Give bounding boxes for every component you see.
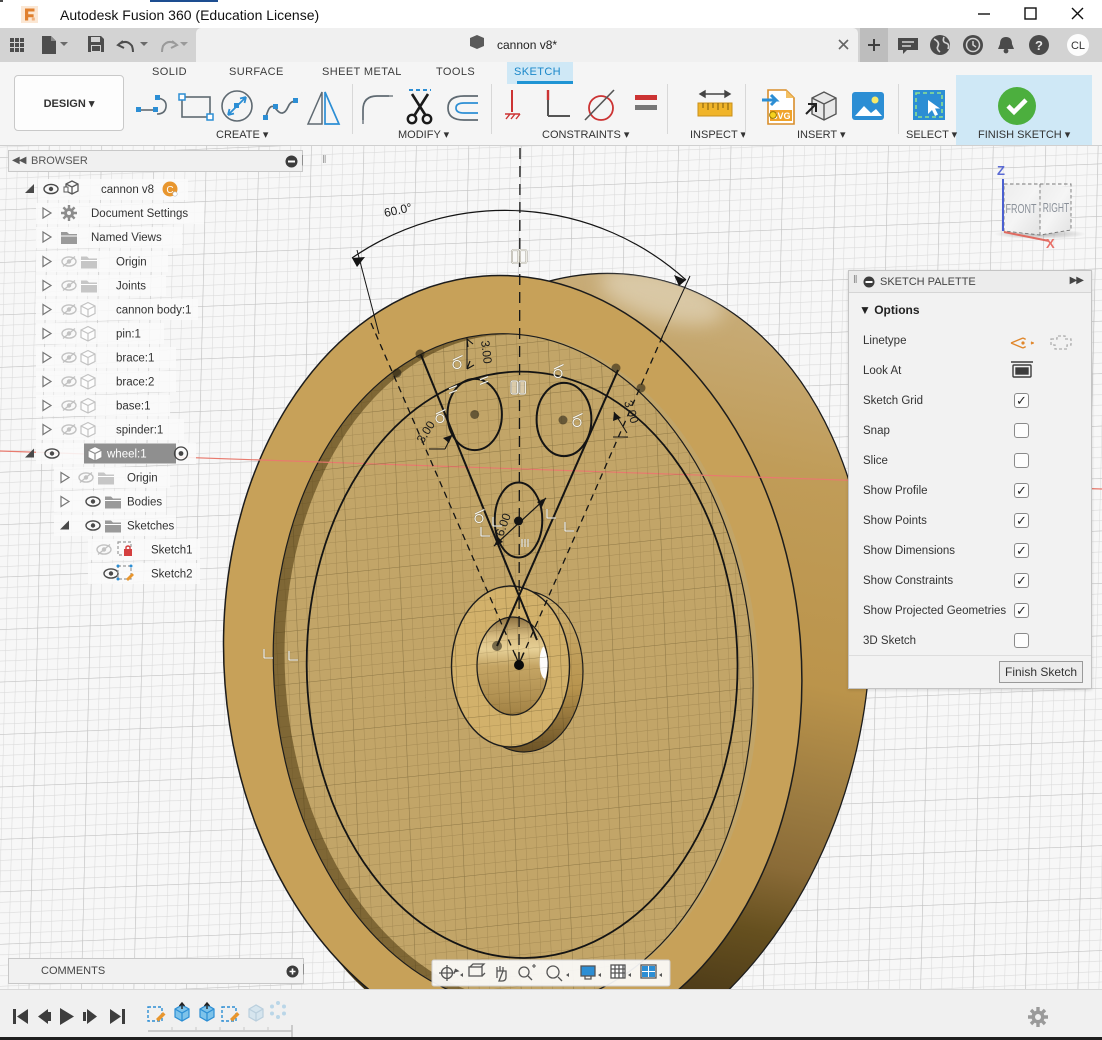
- svg-text:wheel:1: wheel:1: [106, 449, 147, 461]
- svg-text:Sketches: Sketches: [127, 521, 175, 533]
- svg-text:pin:1: pin:1: [116, 329, 141, 341]
- svg-text:base:1: base:1: [116, 401, 151, 413]
- svg-text:brace:2: brace:2: [116, 377, 154, 389]
- svg-text:X: X: [1046, 236, 1055, 251]
- svg-text:cannon body:1: cannon body:1: [116, 305, 191, 317]
- svg-text:cannon v8: cannon v8: [101, 184, 154, 196]
- svg-text:Origin: Origin: [127, 473, 158, 485]
- svg-text:Document Settings: Document Settings: [91, 208, 188, 220]
- svg-text:Sketch2: Sketch2: [151, 569, 193, 581]
- svg-text:cannon v8*: cannon v8*: [497, 38, 557, 52]
- svg-text:Named Views: Named Views: [91, 232, 162, 244]
- svg-text:Sketch1: Sketch1: [151, 545, 193, 557]
- svg-text:Bodies: Bodies: [127, 497, 162, 509]
- svg-text:Z: Z: [997, 163, 1005, 178]
- svg-text:Joints: Joints: [116, 281, 146, 293]
- svg-text:3.00: 3.00: [478, 340, 495, 365]
- svg-text:CL: CL: [1071, 40, 1085, 52]
- svg-text:FRONT: FRONT: [1006, 203, 1037, 217]
- svg-text:brace:1: brace:1: [116, 353, 154, 365]
- svg-text:RIGHT: RIGHT: [1043, 201, 1070, 215]
- svg-text:spinder:1: spinder:1: [116, 425, 163, 437]
- svg-text:Origin: Origin: [116, 257, 147, 269]
- svg-text:?: ?: [1035, 38, 1043, 53]
